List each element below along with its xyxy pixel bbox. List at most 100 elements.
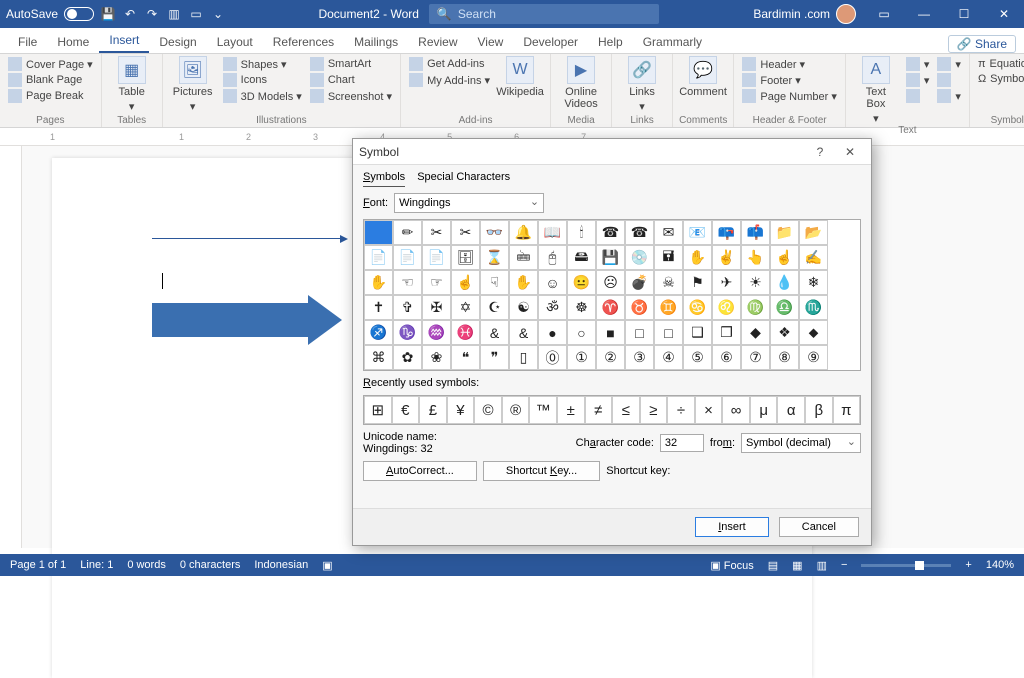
comment-button[interactable]: 💬Comment <box>679 56 727 98</box>
footer-button[interactable]: Footer ▾ <box>740 72 838 88</box>
undo-icon[interactable]: ↶ <box>122 6 138 22</box>
recent-symbol-cell[interactable]: α <box>777 396 805 424</box>
icons-button[interactable]: Icons <box>221 72 304 88</box>
symbol-cell[interactable]: ✡ <box>451 295 480 320</box>
share-button[interactable]: 🔗 Share <box>948 35 1016 53</box>
symbol-cell[interactable]: ☹ <box>596 270 625 295</box>
menu-review[interactable]: Review <box>408 31 467 53</box>
symbol-cell[interactable]: ✂ <box>422 220 451 245</box>
symbol-cell[interactable]: ♑ <box>393 320 422 345</box>
shapes-button[interactable]: Shapes ▾ <box>221 56 304 72</box>
char-code-input[interactable] <box>660 434 704 452</box>
symbol-cell[interactable]: ♐ <box>364 320 393 345</box>
ribbon-options-icon[interactable]: ▭ <box>864 0 904 28</box>
symbol-cell[interactable]: ♒ <box>422 320 451 345</box>
symbol-cell[interactable]: 📪 <box>712 220 741 245</box>
status-words[interactable]: 0 words <box>127 559 166 571</box>
symbol-cell[interactable]: ☺ <box>538 270 567 295</box>
symbol-cell[interactable]: ✈ <box>712 270 741 295</box>
symbol-cell[interactable]: ♊ <box>654 295 683 320</box>
page-break-button[interactable]: Page Break <box>6 88 95 104</box>
recent-symbol-cell[interactable]: ® <box>502 396 530 424</box>
focus-button[interactable]: ▣ Focus <box>710 559 753 572</box>
recent-symbol-cell[interactable]: ≤ <box>612 396 640 424</box>
symbol-cell[interactable]: ☟ <box>480 270 509 295</box>
symbol-cell[interactable]: ⚑ <box>683 270 712 295</box>
symbol-cell[interactable]: ☠ <box>654 270 683 295</box>
header-button[interactable]: Header ▾ <box>740 56 838 72</box>
table-button[interactable]: ▦Table▾ <box>108 56 156 113</box>
close-icon[interactable]: ✕ <box>984 0 1024 28</box>
recent-symbol-cell[interactable]: © <box>474 396 502 424</box>
symbol-cell[interactable]: ☪ <box>480 295 509 320</box>
avatar[interactable] <box>836 4 856 24</box>
symbol-cell[interactable]: ● <box>538 320 567 345</box>
recent-symbol-cell[interactable]: μ <box>750 396 778 424</box>
view-icon[interactable]: ▥ <box>817 559 827 572</box>
symbol-cell[interactable]: ✋ <box>364 270 393 295</box>
view-icon[interactable]: ▦ <box>792 559 802 572</box>
status-chars[interactable]: 0 characters <box>180 559 241 571</box>
zoom-out-icon[interactable]: − <box>841 559 847 571</box>
symbol-cell[interactable]: ✠ <box>422 295 451 320</box>
recent-symbol-cell[interactable]: × <box>695 396 723 424</box>
blank-page-button[interactable]: Blank Page <box>6 72 95 88</box>
symbol-cell[interactable]: 📖 <box>538 220 567 245</box>
page-number-button[interactable]: Page Number ▾ <box>740 88 838 104</box>
symbol-cell[interactable]: ❄ <box>799 270 828 295</box>
symbol-cell[interactable]: ✿ <box>393 345 422 370</box>
online-videos-button[interactable]: ▶Online Videos <box>557 56 605 110</box>
symbol-cell[interactable]: ② <box>596 345 625 370</box>
block-arrow-shape[interactable] <box>152 303 312 337</box>
symbol-cell[interactable]: ♋ <box>683 295 712 320</box>
recent-symbol-cell[interactable]: ™ <box>529 396 557 424</box>
save-icon[interactable]: 💾 <box>100 6 116 22</box>
symbol-cell[interactable]: ⑧ <box>770 345 799 370</box>
tab-symbols[interactable]: Symbols <box>363 171 405 187</box>
autocorrect-button[interactable]: AutoCorrect... <box>363 461 477 481</box>
symbol-cell[interactable]: □ <box>654 320 683 345</box>
help-icon[interactable]: ? <box>805 145 835 159</box>
autosave-toggle[interactable] <box>64 7 94 21</box>
symbol-cell[interactable]: ❞ <box>480 345 509 370</box>
symbol-cell[interactable]: ♌ <box>712 295 741 320</box>
recent-symbol-cell[interactable]: £ <box>419 396 447 424</box>
chart-button[interactable]: Chart <box>308 72 394 88</box>
symbol-cell[interactable]: ■ <box>596 320 625 345</box>
symbol-cell[interactable]: ♎ <box>770 295 799 320</box>
symbol-cell[interactable]: ⑥ <box>712 345 741 370</box>
search-box[interactable]: 🔍 Search <box>429 4 659 24</box>
menu-insert[interactable]: Insert <box>99 29 149 53</box>
symbol-cell[interactable]: ✋ <box>509 270 538 295</box>
symbol-cell[interactable]: ✉ <box>654 220 683 245</box>
smartart-button[interactable]: SmartArt <box>308 56 394 72</box>
symbol-cell[interactable]: ⑤ <box>683 345 712 370</box>
shortcut-key-button[interactable]: Shortcut Key... <box>483 461 600 481</box>
zoom-in-icon[interactable]: + <box>965 559 971 571</box>
textbox-button[interactable]: AText Box▾ <box>852 56 900 125</box>
symbol-cell[interactable]: ⓪ <box>538 345 567 370</box>
symbol-cell[interactable]: ☎ <box>596 220 625 245</box>
menu-mailings[interactable]: Mailings <box>344 31 408 53</box>
symbol-cell[interactable]: ❒ <box>712 320 741 345</box>
recent-symbol-cell[interactable]: ≠ <box>585 396 613 424</box>
pictures-button[interactable]: 🖼Pictures▾ <box>169 56 217 113</box>
symbol-cell[interactable]: ♉ <box>625 295 654 320</box>
symbol-cell[interactable]: ॐ <box>538 295 567 320</box>
symbol-cell[interactable]: ⑨ <box>799 345 828 370</box>
symbol-cell[interactable]: ○ <box>567 320 596 345</box>
symbol-cell[interactable]: ⌘ <box>364 345 393 370</box>
symbol-cell[interactable]: 🔔 <box>509 220 538 245</box>
symbol-cell[interactable]: ✋ <box>683 245 712 270</box>
symbol-cell[interactable]: ☜ <box>393 270 422 295</box>
minimize-icon[interactable]: — <box>904 0 944 28</box>
symbol-cell[interactable]: 👓 <box>480 220 509 245</box>
get-addins-button[interactable]: Get Add-ins <box>407 56 492 72</box>
thin-arrow-shape[interactable] <box>152 238 342 239</box>
symbol-cell[interactable]: 🖴 <box>567 245 596 270</box>
status-page[interactable]: Page 1 of 1 <box>10 559 66 571</box>
equation-button[interactable]: π Equation ▾ <box>976 56 1024 71</box>
symbol-cell[interactable]: 📧 <box>683 220 712 245</box>
symbol-cell[interactable]: 💿 <box>625 245 654 270</box>
symbol-cell[interactable]: ☝ <box>770 245 799 270</box>
